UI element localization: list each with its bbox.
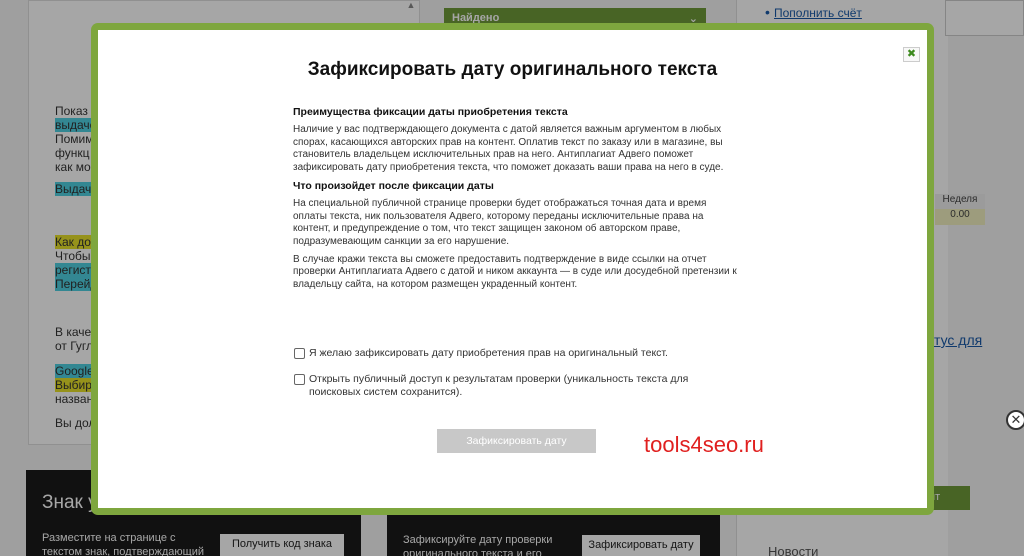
public-access-checkbox-label: Открыть публичный доступ к результатам п… (309, 373, 689, 398)
section-text-after-2: В случае кражи текста вы сможете предост… (293, 254, 737, 290)
outer-close-icon[interactable]: ✕ (1006, 410, 1024, 430)
modal-frame: ✖ Зафиксировать дату оригинального текст… (91, 23, 934, 515)
watermark-text: tools4seo.ru (644, 432, 764, 457)
section-heading-after: Что произойдет после фиксации даты (293, 180, 494, 193)
public-access-checkbox-row[interactable]: Открыть публичный доступ к результатам п… (294, 373, 734, 399)
section-text-benefits: Наличие у вас подтверждающего документа … (293, 124, 724, 173)
fix-date-modal: ✖ Зафиксировать дату оригинального текст… (98, 30, 927, 508)
fix-date-button[interactable]: Зафиксировать дату (437, 429, 596, 453)
section-text-after-1: На специальной публичной странице провер… (293, 198, 707, 247)
modal-body: Преимущества фиксации даты приобретения … (293, 106, 738, 297)
public-access-checkbox[interactable] (294, 374, 305, 385)
section-heading-benefits: Преимущества фиксации даты приобретения … (293, 106, 568, 118)
modal-title: Зафиксировать дату оригинального текста (307, 59, 718, 80)
fix-date-checkbox[interactable] (294, 348, 305, 359)
fix-date-checkbox-label: Я желаю зафиксировать дату приобретения … (309, 347, 668, 359)
fix-date-checkbox-row[interactable]: Я желаю зафиксировать дату приобретения … (294, 347, 734, 360)
